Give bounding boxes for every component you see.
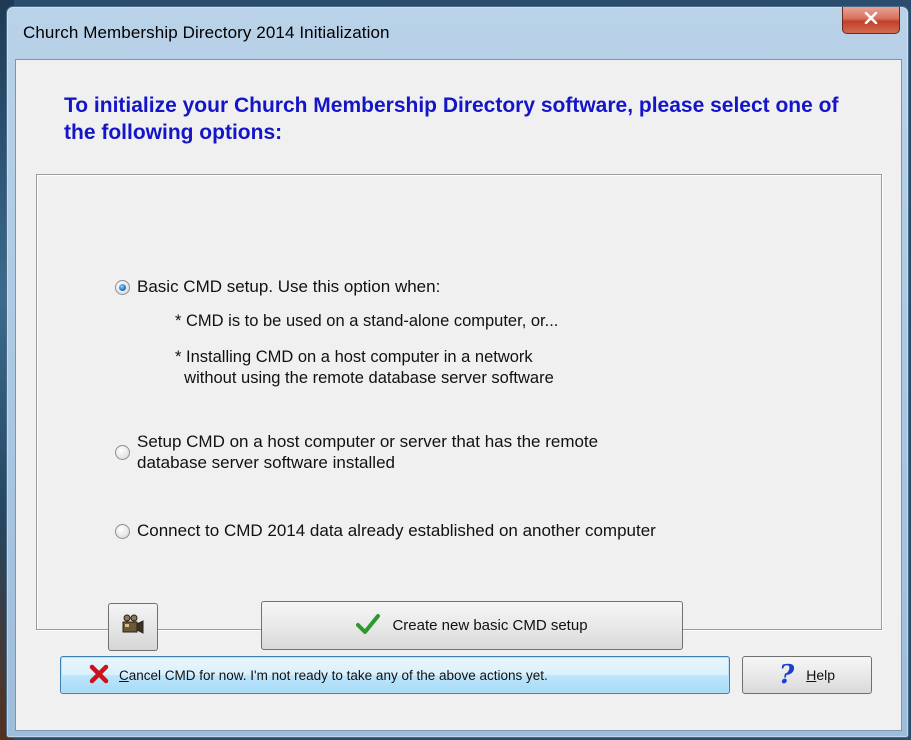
help-button[interactable]: ? Help [742, 656, 872, 694]
note-network-host: * Installing CMD on a host computer in a… [175, 348, 554, 387]
create-button-label: Create new basic CMD setup [392, 617, 588, 634]
close-icon [864, 11, 878, 29]
option-host-server[interactable]: Setup CMD on a host computer or server t… [115, 431, 598, 473]
close-button[interactable] [842, 7, 900, 34]
video-tutorial-button[interactable] [108, 603, 158, 651]
checkmark-icon [356, 613, 392, 639]
option-connect-existing-label: Connect to CMD 2014 data already establi… [137, 521, 656, 540]
instruction-heading: To initialize your Church Membership Dir… [64, 94, 839, 144]
option-basic-setup-label: Basic CMD setup. Use this option when: [137, 277, 441, 296]
init-dialog: Church Membership Directory 2014 Initial… [6, 6, 909, 738]
note-standalone: * CMD is to be used on a stand-alone com… [175, 312, 559, 330]
create-basic-setup-button[interactable]: Create new basic CMD setup [261, 601, 683, 650]
red-x-icon [61, 664, 119, 687]
cancel-button-label: Cancel CMD for now. I'm not ready to tak… [119, 667, 548, 683]
dialog-client-area: To initialize your Church Membership Dir… [15, 59, 902, 731]
radio-basic-setup[interactable] [115, 280, 130, 295]
cancel-cmd-button[interactable]: Cancel CMD for now. I'm not ready to tak… [60, 656, 730, 694]
title-bar[interactable]: Church Membership Directory 2014 Initial… [7, 7, 908, 59]
option-basic-setup[interactable]: Basic CMD setup. Use this option when: [115, 277, 440, 297]
question-mark-icon: ? [778, 660, 795, 690]
help-button-label: Help [806, 667, 836, 683]
window-title: Church Membership Directory 2014 Initial… [23, 23, 390, 42]
options-group: Basic CMD setup. Use this option when: *… [36, 174, 882, 651]
option-connect-existing[interactable]: Connect to CMD 2014 data already establi… [115, 521, 656, 541]
radio-host-server[interactable] [115, 445, 130, 460]
video-camera-icon [120, 613, 146, 642]
radio-connect-existing[interactable] [115, 524, 130, 539]
option-host-server-label: Setup CMD on a host computer or server t… [137, 432, 599, 472]
